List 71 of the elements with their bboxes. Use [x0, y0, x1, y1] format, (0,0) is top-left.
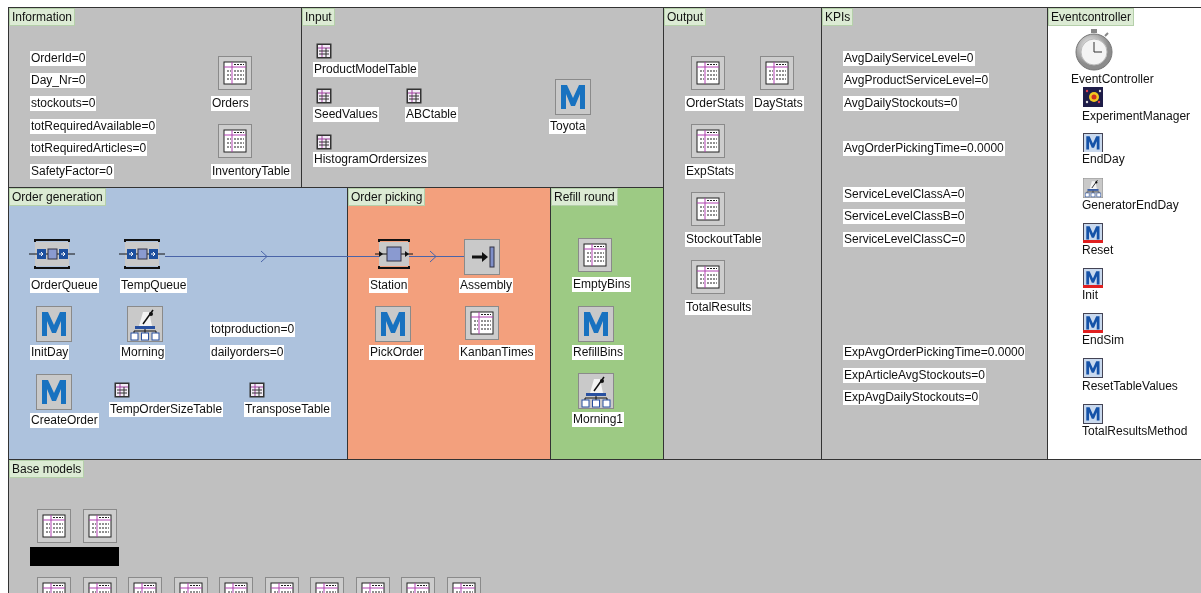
- object-label: InitDay: [30, 345, 70, 360]
- queue-icon[interactable]: [29, 239, 75, 269]
- method-icon[interactable]: [1083, 268, 1103, 288]
- object-label: PickOrder: [369, 345, 425, 360]
- object-label: Assembly: [459, 278, 513, 293]
- variable-label: ServiceLevelClassA=0: [843, 187, 966, 202]
- frame-title: Information: [9, 8, 76, 26]
- variable-label: ExpArticleAvgStockouts=0: [843, 368, 986, 383]
- method-icon[interactable]: [1083, 313, 1103, 333]
- object-label: ExperimentManager: [1081, 109, 1192, 124]
- object-label: TransposeTable: [244, 402, 331, 417]
- variable-label: OrderId=0: [30, 51, 87, 66]
- frame-title: Refill round: [551, 188, 618, 206]
- object-label: ExpStats: [685, 164, 736, 179]
- assembly-icon[interactable]: [464, 239, 500, 275]
- object-label: Station: [369, 278, 409, 293]
- variable-label: totRequiredAvailable=0: [30, 119, 157, 134]
- object-label: TempOrderSizeTable: [109, 402, 224, 417]
- object-label: Morning1: [572, 412, 625, 427]
- variable-label: ExpAvgDailyStockouts=0: [843, 390, 980, 405]
- variable-label: dailyorders=0: [210, 345, 285, 360]
- object-label: Morning: [120, 345, 166, 360]
- variable-label: AvgDailyStockouts=0: [843, 96, 959, 111]
- stopwatch-icon[interactable]: [1074, 29, 1114, 71]
- object-label: CreateOrder: [30, 413, 99, 428]
- variable-label: totproduction=0: [210, 322, 296, 337]
- variable-label: totRequiredArticles=0: [30, 141, 148, 156]
- variable-label: stockouts=0: [30, 96, 97, 111]
- object-label: SeedValues: [313, 107, 379, 122]
- generator-icon[interactable]: [578, 373, 614, 409]
- variable-label: AvgOrderPickingTime=0.0000: [843, 141, 1005, 156]
- object-label: OrderStats: [685, 96, 746, 111]
- variable-label: Day_Nr=0: [30, 73, 87, 88]
- object-label: GeneratorEndDay: [1081, 198, 1180, 213]
- frame-title: Input: [302, 8, 335, 26]
- frame-title: KPIs: [822, 8, 854, 26]
- frame-title: Eventcontroller: [1048, 8, 1135, 26]
- station-icon[interactable]: [375, 239, 413, 269]
- object-label: RefillBins: [572, 345, 624, 360]
- frame-title: Base models: [9, 460, 85, 478]
- variable-label: AvgDailyServiceLevel=0: [843, 51, 975, 66]
- frame-title: Order picking: [348, 188, 426, 206]
- variable-label: AvgProductServiceLevel=0: [843, 73, 990, 88]
- object-label: TempQueue: [120, 278, 188, 293]
- object-label: ProductModelTable: [313, 62, 418, 77]
- variable-label: ServiceLevelClassB=0: [843, 209, 966, 224]
- method-icon[interactable]: [1083, 223, 1103, 243]
- generator-icon[interactable]: [127, 306, 163, 342]
- variable-label: ExpAvgOrderPickingTime=0.0000: [843, 345, 1026, 360]
- frame-title: Output: [664, 8, 707, 26]
- object-label: KanbanTimes: [459, 345, 535, 360]
- object-label: InventoryTable: [211, 164, 292, 179]
- object-label: ABCtable: [405, 107, 458, 122]
- object-label: TotalResults: [685, 300, 753, 315]
- object-label: EndDay: [1081, 152, 1126, 167]
- method-icon[interactable]: [1083, 404, 1103, 424]
- variable-label: SafetyFactor=0: [30, 164, 114, 179]
- frame-title: Order generation: [9, 188, 106, 206]
- object-label: StockoutTable: [685, 232, 763, 247]
- object-label: EmptyBins: [572, 277, 632, 292]
- object-label: Orders: [211, 96, 250, 111]
- object-label: OrderQueue: [30, 278, 99, 293]
- object-label: DayStats: [753, 96, 804, 111]
- method-icon[interactable]: [1083, 133, 1103, 153]
- variable-label: ServiceLevelClassC=0: [843, 232, 967, 247]
- object-label: Toyota: [549, 119, 587, 134]
- method-icon[interactable]: [1083, 358, 1103, 378]
- generator-icon[interactable]: [1083, 178, 1103, 198]
- experiment-icon[interactable]: [1083, 87, 1103, 107]
- queue-icon[interactable]: [119, 239, 165, 269]
- object-label: HistogramOrdersizes: [313, 152, 428, 167]
